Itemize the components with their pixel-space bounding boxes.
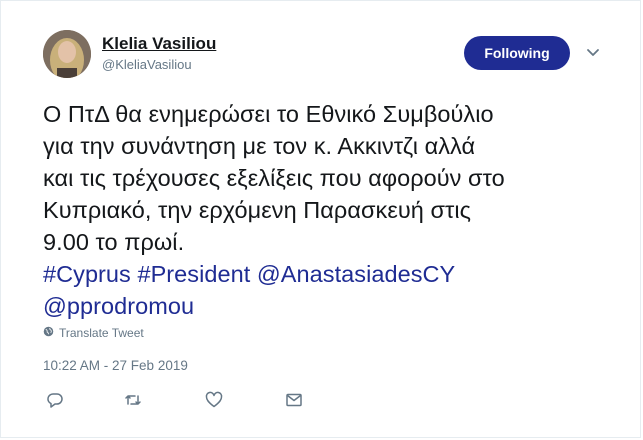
tweet-links-line: #Cyprus #President @AnastasiadesCY [43,258,623,290]
chevron-down-icon[interactable] [586,46,600,60]
author-display-name[interactable]: Klelia Vasiliou [102,34,216,54]
translate-tweet-label: Translate Tweet [59,326,144,340]
mention-anastasiades-link[interactable]: @AnastasiadesCY [257,261,455,287]
heart-icon[interactable] [204,390,224,410]
avatar[interactable] [43,30,91,78]
envelope-icon[interactable] [284,390,304,410]
tweet-card: Klelia Vasiliou @KleliaVasiliou Followin… [0,0,641,438]
tweet-text-line: Κυπριακό, την ερχόμενη Παρασκευή στις [43,197,471,223]
translate-tweet-link[interactable]: Translate Tweet [43,326,144,340]
tweet-text-line: 9.00 το πρωί. [43,229,185,255]
following-button[interactable]: Following [464,36,570,70]
retweet-icon[interactable] [123,390,143,410]
reply-icon[interactable] [45,390,65,410]
globe-icon [43,326,54,340]
tweet-text-line: και τις τρέχουσες εξελίξεις που αφορούν … [43,165,505,191]
hashtag-president-link[interactable]: #President [137,261,250,287]
author-handle[interactable]: @KleliaVasiliou [102,57,192,72]
tweet-links-line: @pprodromou [43,290,623,322]
tweet-timestamp[interactable]: 10:22 AM - 27 Feb 2019 [43,358,188,373]
tweet-text: Ο ΠτΔ θα ενημερώσει το Εθνικό Συμβούλιο … [43,98,623,322]
hashtag-cyprus-link[interactable]: #Cyprus [43,261,131,287]
tweet-text-line: Ο ΠτΔ θα ενημερώσει το Εθνικό Συμβούλιο [43,101,494,127]
mention-pprodromou-link[interactable]: @pprodromou [43,293,194,319]
tweet-text-line: για την συνάντηση με τον κ. Ακκιντζι αλλ… [43,133,476,159]
